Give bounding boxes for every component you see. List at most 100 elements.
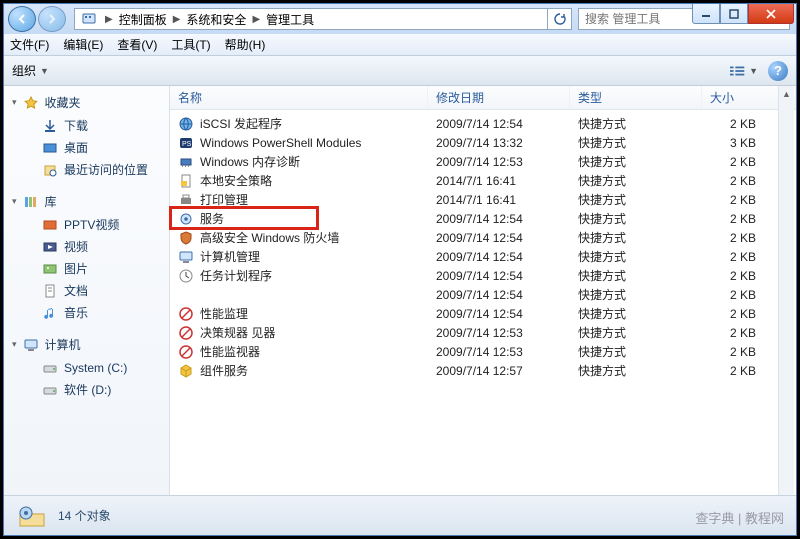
file-row[interactable]: 组件服务2009/7/14 12:57快捷方式2 KB [170, 361, 796, 380]
column-name[interactable]: 名称 [170, 86, 428, 109]
svg-text:PS: PS [182, 141, 192, 148]
file-date: 2009/7/14 12:54 [428, 269, 570, 283]
breadcrumb-item[interactable]: 控制面板 [117, 11, 169, 28]
help-button[interactable]: ? [768, 61, 788, 81]
item-icon [42, 382, 58, 398]
scroll-up-icon[interactable]: ▲ [779, 86, 794, 102]
sidebar-item-label: 桌面 [64, 139, 88, 157]
file-name: 决策规器 见器 [200, 324, 275, 341]
sidebar-item[interactable]: 桌面 [4, 137, 169, 159]
file-row[interactable]: iSCSI 发起程序2009/7/14 12:54快捷方式2 KB [170, 114, 796, 133]
organize-button[interactable]: 组织 ▼ [12, 62, 49, 79]
file-type: 快捷方式 [570, 229, 702, 246]
file-date: 2009/7/14 12:53 [428, 326, 570, 340]
file-date: 2009/7/14 12:53 [428, 345, 570, 359]
menu-file[interactable]: 文件(F) [10, 36, 49, 53]
menu-tools[interactable]: 工具(T) [171, 36, 210, 53]
file-date: 2009/7/14 12:57 [428, 364, 570, 378]
file-row[interactable]: 本地安全策略2014/7/1 16:41快捷方式2 KB [170, 171, 796, 190]
maximize-button[interactable] [720, 4, 748, 24]
sidebar-item-label: 最近访问的位置 [64, 161, 148, 179]
chevron-right-icon[interactable]: ▶ [101, 14, 117, 25]
nav-forward-button[interactable] [38, 6, 66, 32]
chevron-right-icon[interactable]: ▶ [248, 14, 264, 25]
library-icon [23, 194, 39, 210]
sidebar-label: 收藏夹 [45, 94, 81, 111]
menu-help[interactable]: 帮助(H) [225, 36, 266, 53]
file-row[interactable]: 性能监视器2009/7/14 12:53快捷方式2 KB [170, 342, 796, 361]
file-type: 快捷方式 [570, 267, 702, 284]
sidebar-item-label: PPTV视频 [64, 216, 119, 234]
sidebar-item[interactable]: System (C:) [4, 357, 169, 379]
minimize-button[interactable] [692, 4, 720, 24]
menu-edit[interactable]: 编辑(E) [63, 36, 103, 53]
file-row[interactable]: 高级安全 Windows 防火墙2009/7/14 12:54快捷方式2 KB [170, 228, 796, 247]
file-row[interactable]: 任务计划程序2009/7/14 12:54快捷方式2 KB [170, 266, 796, 285]
sidebar-item[interactable]: 最近访问的位置 [4, 159, 169, 181]
column-type[interactable]: 类型 [570, 86, 702, 109]
sidebar-item-label: 音乐 [64, 304, 88, 322]
file-icon: PS [178, 135, 194, 151]
file-icon [178, 116, 194, 132]
sidebar-item[interactable]: 音乐 [4, 302, 169, 324]
file-row[interactable]: 决策规器 见器2009/7/14 12:53快捷方式2 KB [170, 323, 796, 342]
file-date: 2009/7/14 12:54 [428, 288, 570, 302]
menu-view[interactable]: 查看(V) [117, 36, 157, 53]
sidebar-item[interactable]: 下载 [4, 115, 169, 137]
sidebar-item[interactable]: PPTV视频 [4, 214, 169, 236]
sidebar-head-libraries[interactable]: ▾ 库 [4, 191, 169, 214]
item-icon [42, 217, 58, 233]
file-name: 组件服务 [200, 362, 248, 379]
file-icon [178, 192, 194, 208]
sidebar-head-favorites[interactable]: ▾ 收藏夹 [4, 92, 169, 115]
file-name: 本地安全策略 [200, 172, 272, 189]
sidebar-label: 库 [45, 193, 57, 210]
address-bar[interactable]: ▶ 控制面板 ▶ 系统和安全 ▶ 管理工具 [74, 8, 548, 30]
breadcrumb-item[interactable]: 系统和安全 [184, 11, 248, 28]
sidebar-item[interactable]: 图片 [4, 258, 169, 280]
sidebar-item-label: 软件 (D:) [64, 381, 111, 399]
maximize-icon [729, 9, 739, 19]
minimize-icon [701, 9, 711, 19]
titlebar: ▶ 控制面板 ▶ 系统和安全 ▶ 管理工具 [4, 4, 796, 34]
file-row[interactable]: 计算机管理2009/7/14 12:54快捷方式2 KB [170, 247, 796, 266]
file-row[interactable]: 2009/7/14 12:54快捷方式2 KB [170, 285, 796, 304]
file-name: 任务计划程序 [200, 267, 272, 284]
file-type: 快捷方式 [570, 362, 702, 379]
file-row[interactable]: Windows 内存诊断2009/7/14 12:53快捷方式2 KB [170, 152, 796, 171]
scrollbar-vertical[interactable]: ▲ [778, 86, 794, 495]
file-row[interactable]: 服务2009/7/14 12:54快捷方式2 KB [170, 209, 796, 228]
file-date: 2009/7/14 13:32 [428, 136, 570, 150]
chevron-down-icon: ▼ [40, 66, 49, 76]
star-icon [23, 95, 39, 111]
file-name: 服务 [200, 210, 224, 227]
sidebar-item[interactable]: 软件 (D:) [4, 379, 169, 401]
file-name: 性能监视器 [200, 343, 260, 360]
file-name: iSCSI 发起程序 [200, 115, 282, 132]
chevron-right-icon[interactable]: ▶ [169, 14, 185, 25]
file-date: 2009/7/14 12:54 [428, 117, 570, 131]
menubar: 文件(F) 编辑(E) 查看(V) 工具(T) 帮助(H) [4, 34, 796, 56]
sidebar-group-libraries: ▾ 库 PPTV视频视频图片文档音乐 [4, 191, 169, 324]
file-type: 快捷方式 [570, 324, 702, 341]
close-button[interactable] [748, 4, 794, 24]
file-date: 2009/7/14 12:54 [428, 231, 570, 245]
file-icon [178, 306, 194, 322]
column-date[interactable]: 修改日期 [428, 86, 570, 109]
file-row[interactable]: PSWindows PowerShell Modules2009/7/14 13… [170, 133, 796, 152]
sidebar-head-computer[interactable]: ▾ 计算机 [4, 334, 169, 357]
view-mode-button[interactable]: ▼ [730, 60, 758, 82]
refresh-button[interactable] [548, 8, 572, 30]
file-row[interactable]: 性能监理2009/7/14 12:54快捷方式2 KB [170, 304, 796, 323]
sidebar-item[interactable]: 视频 [4, 236, 169, 258]
sidebar-item-label: 文档 [64, 282, 88, 300]
breadcrumb-item[interactable]: 管理工具 [264, 11, 316, 28]
file-row[interactable]: 打印管理2014/7/1 16:41快捷方式2 KB [170, 190, 796, 209]
control-panel-icon [81, 11, 97, 27]
arrow-left-icon [17, 14, 27, 24]
sidebar-item-label: 下载 [64, 117, 88, 135]
file-date: 2009/7/14 12:54 [428, 250, 570, 264]
file-type: 快捷方式 [570, 248, 702, 265]
nav-back-button[interactable] [8, 6, 36, 32]
sidebar-item[interactable]: 文档 [4, 280, 169, 302]
